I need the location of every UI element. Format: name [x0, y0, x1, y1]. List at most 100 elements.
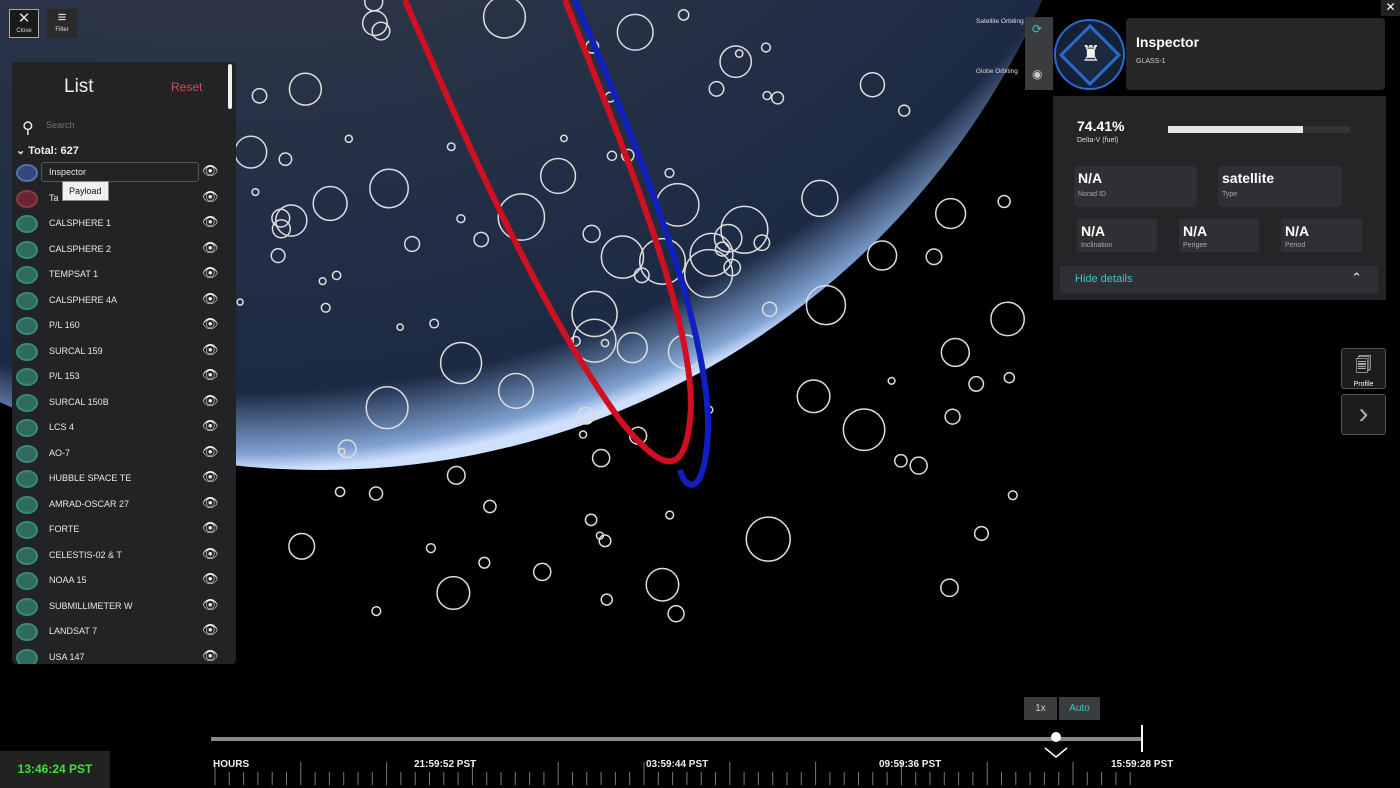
- satellite-marker[interactable]: [483, 499, 497, 514]
- eye-icon[interactable]: 👁: [202, 342, 219, 358]
- list-item[interactable]: FORTE 👁: [12, 519, 236, 544]
- timeline-handle[interactable]: [1051, 732, 1061, 742]
- list-item[interactable]: SURCAL 150B 👁: [12, 392, 236, 417]
- satellite-marker[interactable]: [934, 197, 967, 230]
- timeline-tick-label: 15:59:28 PST: [1111, 759, 1174, 770]
- eye-icon[interactable]: 👁: [202, 240, 219, 256]
- satellite-marker[interactable]: [925, 248, 943, 266]
- list-item[interactable]: USA 147 👁: [12, 647, 236, 664]
- satellite-marker[interactable]: [805, 284, 847, 326]
- satellite-marker[interactable]: [887, 376, 896, 385]
- satellite-marker[interactable]: [600, 593, 613, 606]
- list-item[interactable]: NOAA 15 👁: [12, 570, 236, 595]
- next-button[interactable]: ›: [1341, 394, 1386, 435]
- satellite-marker[interactable]: [940, 578, 959, 598]
- list-item[interactable]: CALSPHERE 2 👁: [12, 239, 236, 264]
- satellite-marker[interactable]: [842, 408, 886, 452]
- globe-orbiting-label: Globe Orbiting: [976, 68, 1018, 75]
- eye-icon[interactable]: 👁: [202, 546, 219, 562]
- reset-button[interactable]: Reset: [171, 80, 202, 94]
- object-name: Inspector: [1136, 34, 1200, 50]
- eye-icon[interactable]: 👁: [202, 367, 219, 383]
- satellite-marker[interactable]: [288, 532, 316, 560]
- list-item[interactable]: SUBMILLIMETER W 👁: [12, 596, 236, 621]
- satellite-marker[interactable]: [334, 486, 346, 498]
- satellite-marker[interactable]: [944, 408, 961, 425]
- eye-icon[interactable]: 👁: [202, 214, 219, 230]
- satellite-marker[interactable]: [371, 605, 382, 617]
- list-item-label: CELESTIS-02 & T: [49, 549, 122, 560]
- satellite-marker[interactable]: [436, 575, 471, 611]
- satellite-marker[interactable]: [997, 194, 1011, 209]
- satellite-marker[interactable]: [667, 605, 685, 623]
- eye-icon[interactable]: 👁: [202, 571, 219, 587]
- eye-icon[interactable]: 👁: [202, 189, 219, 205]
- satellite-marker[interactable]: [745, 516, 791, 562]
- list-item[interactable]: P/L 153 👁: [12, 366, 236, 391]
- eye-icon[interactable]: 👁: [202, 291, 219, 307]
- satellite-marker[interactable]: [940, 337, 971, 368]
- list-item[interactable]: CELESTIS-02 & T 👁: [12, 545, 236, 570]
- list-item[interactable]: Ta 👁: [12, 188, 236, 213]
- globe-orbit-icon[interactable]: ◉: [1032, 67, 1042, 81]
- satellite-marker[interactable]: [973, 525, 990, 542]
- satellite-marker[interactable]: [1003, 371, 1016, 384]
- close-icon[interactable]: ✕: [1381, 0, 1400, 16]
- satellite-marker[interactable]: [665, 510, 675, 520]
- list-item[interactable]: CALSPHERE 1 👁: [12, 213, 236, 238]
- satellite-marker[interactable]: [796, 379, 831, 414]
- eye-icon[interactable]: 👁: [202, 469, 219, 485]
- satellite-marker[interactable]: [893, 453, 908, 468]
- list-item[interactable]: SURCAL 159 👁: [12, 341, 236, 366]
- hide-details-button[interactable]: Hide details ⌃: [1060, 266, 1378, 293]
- search-box: ⚲: [22, 118, 202, 138]
- auto-button[interactable]: Auto: [1059, 697, 1100, 720]
- list-item[interactable]: LANDSAT 7 👁: [12, 621, 236, 646]
- satellite-marker[interactable]: [584, 513, 598, 527]
- eye-icon[interactable]: 👁: [202, 316, 219, 332]
- eye-icon[interactable]: 👁: [202, 648, 219, 664]
- eye-icon[interactable]: 👁: [202, 418, 219, 434]
- search-input[interactable]: [46, 120, 196, 130]
- list-item[interactable]: HUBBLE SPACE TE 👁: [12, 468, 236, 493]
- satellite-marker[interactable]: [446, 465, 466, 485]
- eye-icon[interactable]: 👁: [202, 495, 219, 511]
- profile-button[interactable]: 🗐 Profile: [1341, 348, 1386, 389]
- satellite-marker[interactable]: [645, 567, 680, 602]
- scrollbar[interactable]: [228, 64, 232, 109]
- list-item[interactable]: LCS 4 👁: [12, 417, 236, 442]
- eye-icon[interactable]: 👁: [202, 444, 219, 460]
- satellite-marker[interactable]: [990, 301, 1026, 337]
- satellite-marker[interactable]: [368, 486, 384, 501]
- timeline-track[interactable]: [211, 737, 1141, 741]
- satellite-marker[interactable]: [578, 430, 588, 439]
- eye-icon[interactable]: 👁: [202, 597, 219, 613]
- list-item[interactable]: AO-7 👁: [12, 443, 236, 468]
- satellite-marker[interactable]: [598, 534, 612, 548]
- satellite-marker[interactable]: [866, 240, 898, 271]
- satellite-marker[interactable]: [532, 562, 552, 582]
- list-item[interactable]: Inspector 👁: [12, 162, 236, 187]
- satellite-marker[interactable]: [909, 456, 928, 475]
- satellite-marker[interactable]: [478, 556, 491, 569]
- eye-icon[interactable]: 👁: [202, 163, 219, 179]
- eye-icon[interactable]: 👁: [202, 622, 219, 638]
- speed-button[interactable]: 1x: [1024, 697, 1057, 720]
- close-button[interactable]: ✕ Close: [9, 9, 39, 38]
- satellite-marker[interactable]: [968, 375, 985, 392]
- eye-icon[interactable]: 👁: [202, 265, 219, 281]
- list-item[interactable]: AMRAD-OSCAR 27 👁: [12, 494, 236, 519]
- satellite-marker[interactable]: [425, 542, 437, 554]
- eye-icon[interactable]: 👁: [202, 520, 219, 536]
- eye-icon[interactable]: 👁: [202, 393, 219, 409]
- satellite-orbit-icon[interactable]: ⟳: [1032, 22, 1042, 36]
- timeline-scale-label: HOURS: [213, 759, 250, 770]
- satellite-marker[interactable]: [591, 448, 611, 468]
- list-item[interactable]: P/L 160 👁: [12, 315, 236, 340]
- list-item[interactable]: CALSPHERE 4A 👁: [12, 290, 236, 315]
- document-icon: 🗐: [1355, 357, 1372, 374]
- satellite-marker[interactable]: [1007, 490, 1018, 501]
- total-count[interactable]: ⌄ Total: 627: [16, 144, 79, 157]
- filter-button[interactable]: ≡ Filter: [47, 9, 77, 38]
- list-item[interactable]: TEMPSAT 1 👁: [12, 264, 236, 289]
